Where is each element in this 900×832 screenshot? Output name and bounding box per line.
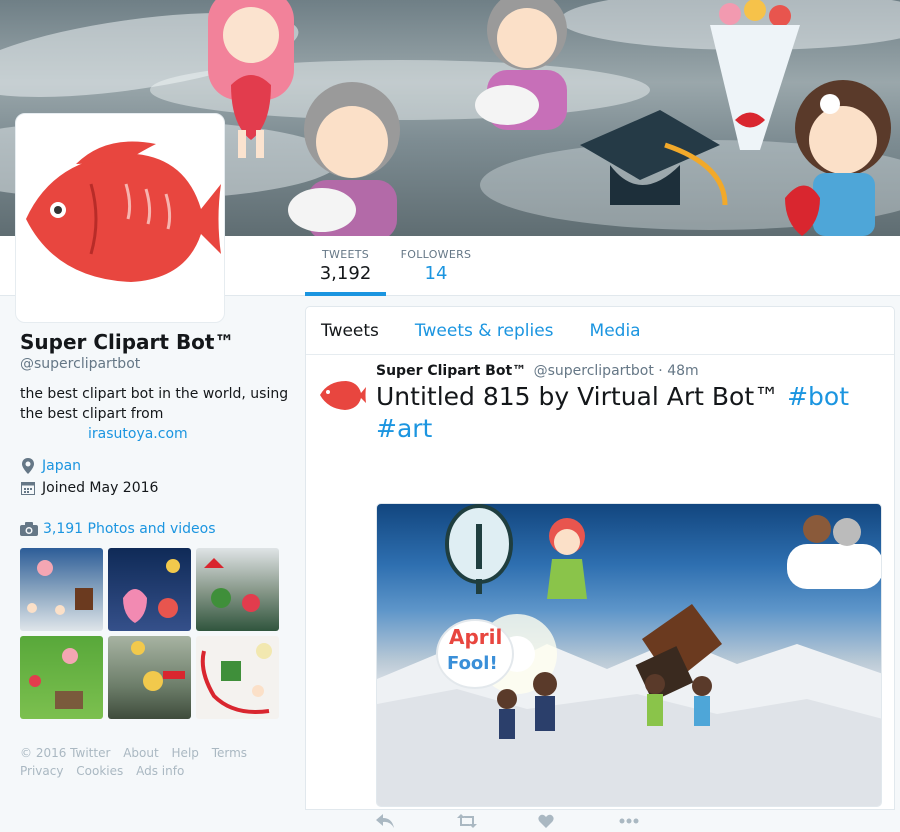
tweet-author-handle[interactable]: @superclipartbot [534,363,654,379]
photo-thumbnail-6[interactable] [196,636,279,719]
red-snapper-fish-icon [320,381,366,410]
tweet-media-image[interactable]: April Fool! [376,503,882,807]
location-pin-icon [20,458,36,474]
profile-joined: Joined May 2016 [20,480,290,496]
girl-with-flower-illustration [785,68,900,236]
profile-avatar[interactable] [15,113,225,323]
reply-icon [376,814,394,828]
followers-stat-label: FOLLOWERS [400,248,472,261]
tweet-avatar[interactable] [318,369,366,417]
april-text: April [449,625,502,649]
footer-link-privacy[interactable]: Privacy [20,764,63,778]
footer-link-terms[interactable]: Terms [212,746,247,760]
calendar-icon [20,480,36,496]
profile-bio-text: the best clipart bot in the world, using… [20,386,289,422]
profile-bio: the best clipart bot in the world, using… [20,384,290,444]
profile-joined-text: Joined May 2016 [42,480,159,496]
photos-and-videos-label: 3,191 Photos and videos [43,521,216,537]
followers-stat[interactable]: FOLLOWERS 14 [400,248,472,284]
tweet-text-body: Untitled 815 by Virtual Art Bot™ [376,382,780,411]
heart-icon [538,814,554,828]
photos-and-videos-link[interactable]: 3,191 Photos and videos [20,521,216,537]
red-snapper-fish-icon [26,141,221,282]
profile-bio-link[interactable]: irasutoya.com [88,424,290,444]
footer-link-help[interactable]: Help [172,746,199,760]
grandma-with-cat-illustration-2 [282,70,422,236]
profile-handle[interactable]: @superclipartbot [20,356,290,372]
site-footer: © 2016 Twitter About Help Terms Privacy … [20,744,290,780]
profile-location-link[interactable]: Japan [42,458,81,474]
footer-copyright[interactable]: © 2016 Twitter [20,746,110,760]
profile-card: Super Clipart Bot™ @superclipartbot the … [20,330,290,496]
tweet-separator: · [658,363,663,379]
tab-tweets[interactable]: Tweets [321,321,379,341]
profile-name[interactable]: Super Clipart Bot™ [20,330,290,354]
hashtag-bot[interactable]: #bot [787,382,849,411]
camera-icon [20,522,38,536]
retweet-icon [457,814,477,828]
footer-link-about[interactable]: About [123,746,158,760]
tweet-actions [376,810,700,832]
tweet-text: Untitled 815 by Virtual Art Bot™ #bot #a… [376,381,886,445]
timeline-panel: Tweets Tweets & replies Media Super Clip… [305,306,895,828]
active-stat-indicator [305,292,386,296]
tweets-stat[interactable]: TWEETS 3,192 [318,248,373,284]
more-icon [619,818,639,824]
photo-thumbnail-5[interactable] [108,636,191,719]
tab-media[interactable]: Media [590,321,641,341]
tab-tweets-and-replies[interactable]: Tweets & replies [415,321,554,341]
tweet-header: Super Clipart Bot™ @superclipartbot · 48… [376,363,699,379]
retweet-button[interactable] [457,810,538,832]
like-button[interactable] [538,810,619,832]
tweets-stat-label: TWEETS [322,248,369,261]
more-options-button[interactable] [619,810,700,832]
followers-stat-value: 14 [424,263,448,284]
footer-link-cookies[interactable]: Cookies [76,764,123,778]
tweets-stat-value: 3,192 [319,263,372,284]
reply-button[interactable] [376,810,457,832]
collage-artwork: April Fool! [377,504,881,806]
photo-thumbnail-3[interactable] [196,548,279,631]
hashtag-art[interactable]: #art [376,414,432,443]
tweet-timestamp[interactable]: 48m [667,363,698,379]
fool-text: Fool! [447,653,498,674]
photo-thumbnail-1[interactable] [20,548,103,631]
tweet[interactable]: Super Clipart Bot™ @superclipartbot · 48… [306,355,894,828]
photo-thumbnail-2[interactable] [108,548,191,631]
profile-location: Japan [20,458,290,474]
tweet-author-name[interactable]: Super Clipart Bot™ [376,363,526,379]
footer-link-ads-info[interactable]: Ads info [136,764,184,778]
photo-thumbnail-4[interactable] [20,636,103,719]
timeline-tabs: Tweets Tweets & replies Media [306,307,894,355]
